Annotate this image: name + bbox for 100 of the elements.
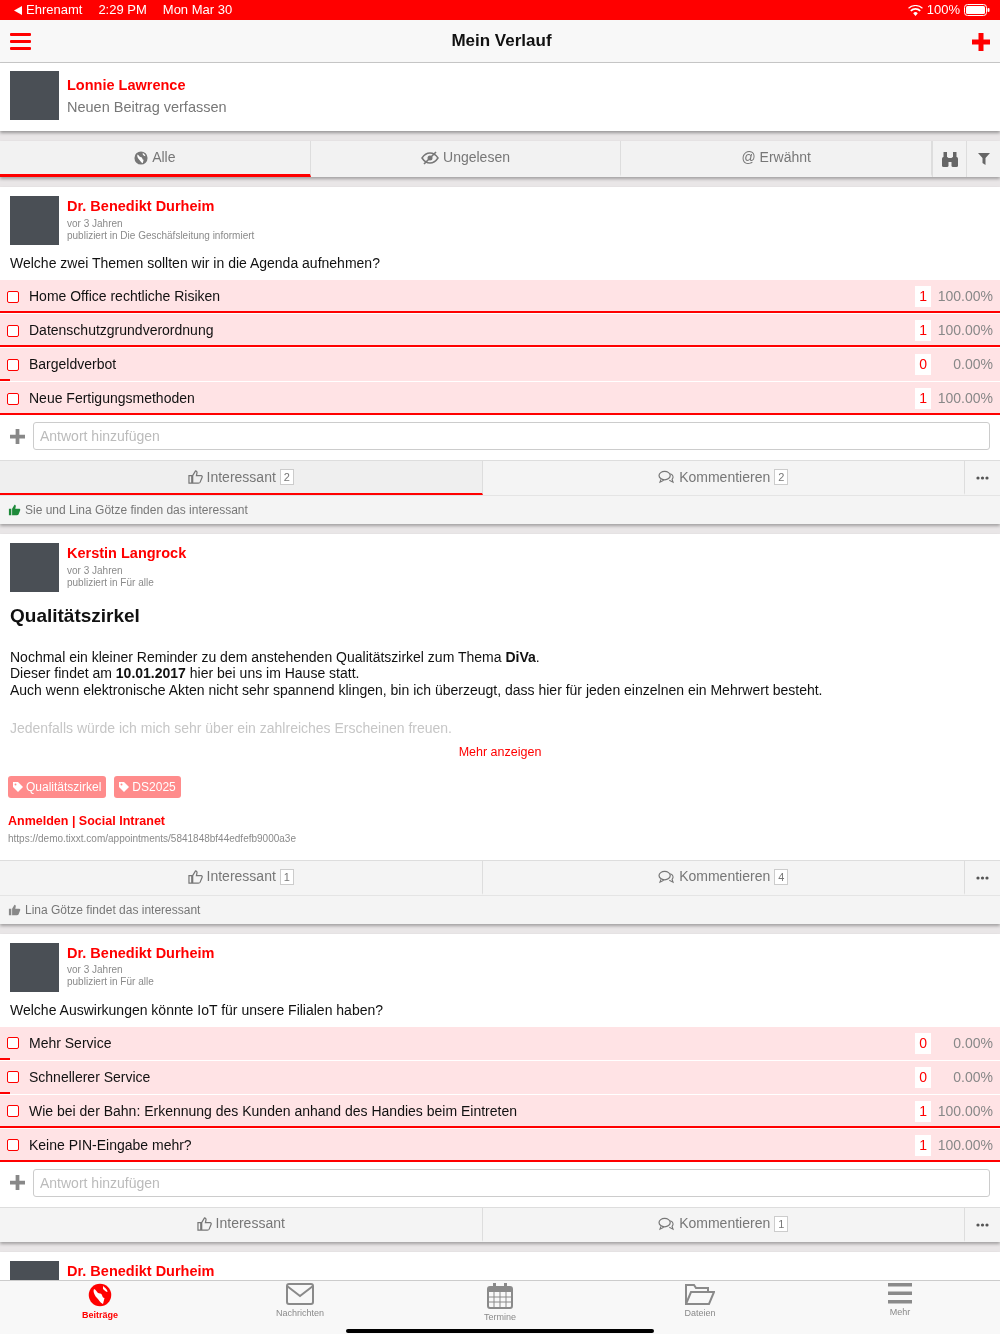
thumbs-up-icon	[196, 1216, 212, 1231]
tag[interactable]: DS2025	[114, 775, 181, 798]
checkbox[interactable]	[7, 392, 19, 405]
vote-percent: 0.00%	[952, 355, 993, 374]
envelope-icon	[286, 1283, 314, 1305]
vote-count: 1	[915, 1134, 931, 1156]
filter-button[interactable]	[966, 141, 1000, 177]
tag[interactable]: Qualitätszirkel	[8, 775, 107, 798]
vote-percent: 100.00%	[937, 321, 993, 340]
poll-question: Welche Auswirkungen könnte IoT für unsere Filialen haben?	[9, 1000, 385, 1020]
checkbox[interactable]	[7, 358, 19, 371]
filter-tab[interactable]: Ungelesen	[310, 141, 622, 177]
eye-slash-icon	[421, 150, 440, 165]
battery-icon	[964, 4, 990, 16]
option-label: Schnellerer Service	[29, 1067, 152, 1087]
user-name[interactable]: Lonnie Lawrence	[67, 75, 227, 97]
avatar-photo	[10, 196, 59, 245]
option-label: Home Office rechtliche Risiken	[29, 287, 222, 306]
link-title[interactable]: Anmelden | Social Intranet	[8, 811, 992, 831]
author-name[interactable]: Kerstin Langrock	[67, 543, 187, 565]
globe-icon	[134, 150, 149, 165]
plus-icon[interactable]	[10, 428, 25, 444]
vote-percent: 0.00%	[952, 1067, 993, 1087]
post-audience: publiziert in Für alle	[67, 576, 155, 589]
comment-count: 4	[774, 868, 789, 885]
checkbox[interactable]	[7, 1037, 19, 1049]
option-label: Keine PIN-Eingabe mehr?	[29, 1135, 193, 1155]
comments-icon	[658, 869, 676, 884]
comments-icon	[658, 1216, 676, 1231]
link-url: https://demo.tixxt.com/appointments/5841848bf44edfefb9000a3e	[8, 831, 297, 846]
checkbox[interactable]	[7, 324, 19, 337]
vote-percent: 100.00%	[937, 1101, 993, 1121]
more-options-icon[interactable]	[976, 476, 989, 480]
checkbox[interactable]	[7, 1139, 19, 1151]
option-label: Wie bei der Bahn: Erkennung des Kunden anhand des Handies beim Eintreten	[29, 1101, 518, 1121]
back-app-label[interactable]: Ehrenamt	[26, 0, 83, 20]
body-text: Dieser findet am 10.01.2017 hier bei uns im Hause statt.	[9, 665, 361, 682]
thumbs-up-icon	[187, 470, 203, 484]
thumbs-up-icon	[8, 903, 21, 916]
poll-question: Welche zwei Themen sollten wir in die Agenda aufnehmen?	[9, 254, 381, 273]
post-audience: publiziert in Für alle	[67, 976, 155, 989]
calendar-icon	[487, 1283, 513, 1309]
tag-icon	[13, 781, 23, 792]
wifi-icon	[907, 4, 923, 16]
vote-count: 0	[915, 354, 931, 375]
comments-icon	[658, 470, 676, 484]
tab-bar-item[interactable]: Dateien	[600, 1281, 800, 1334]
battery-percent: 100%	[926, 1, 960, 20]
menu-icon	[888, 1283, 912, 1304]
post-time: vor 3 Jahren	[67, 564, 124, 577]
option-label: Mehr Service	[29, 1033, 113, 1053]
search-button[interactable]	[932, 141, 966, 177]
post-time: vor 3 Jahren	[67, 964, 124, 977]
like-count: 2	[279, 469, 294, 485]
checkbox[interactable]	[7, 1105, 19, 1117]
status-date: Mon Mar 30	[162, 1, 233, 20]
vote-count: 0	[915, 1066, 931, 1088]
author-name[interactable]: Dr. Benedikt Durheim	[67, 196, 255, 218]
tag-icon	[119, 781, 130, 792]
comment-count: 1	[774, 1215, 789, 1232]
like-button[interactable]: Interessant 2	[0, 461, 483, 495]
vote-count: 1	[915, 1100, 931, 1122]
body-text: Nochmal ein kleiner Reminder zu dem anstehenden Qualitätszirkel zum Thema DiVa.	[9, 648, 541, 665]
tab-bar-item[interactable]: Mehr	[800, 1281, 1000, 1334]
checkbox[interactable]	[7, 290, 19, 303]
menu-icon	[10, 33, 31, 51]
tab-bar-item[interactable]: Beiträge	[0, 1281, 200, 1334]
option-label: Bargeldverbot	[29, 355, 118, 374]
compose-prompt[interactable]: Neuen Beitrag verfassen	[67, 96, 227, 119]
more-options-icon[interactable]	[976, 875, 989, 880]
status-time: 2:29 PM	[98, 1, 147, 20]
plus-icon	[972, 32, 990, 51]
show-more-link[interactable]: Mehr anzeigen	[458, 745, 542, 759]
plus-icon[interactable]	[10, 1175, 25, 1190]
thumbs-up-icon	[187, 869, 203, 884]
avatar-photo	[10, 942, 59, 992]
vote-percent: 0.00%	[952, 1033, 993, 1053]
tab-bar-item[interactable]: Termine	[400, 1281, 600, 1334]
author-name[interactable]: Dr. Benedikt Durheim	[67, 942, 215, 965]
page-title: Mein Verlauf	[451, 30, 552, 52]
filter-tab[interactable]: @ Erwähnt	[621, 141, 932, 177]
more-options-icon[interactable]	[976, 1222, 989, 1227]
vote-percent: 100.00%	[937, 1135, 993, 1155]
author-name[interactable]: Dr. Benedikt Durheim	[67, 1260, 215, 1280]
post-audience: publiziert in Die Geschäfsleitung informiert	[67, 229, 255, 242]
answer-field[interactable]: Antwort hinzufügen	[33, 422, 990, 450]
answer-field[interactable]: Antwort hinzufügen	[33, 1168, 990, 1197]
option-label: Neue Fertigungsmethoden	[29, 389, 196, 408]
back-arrow-icon[interactable]	[14, 5, 22, 15]
likes-summary: Sie und Lina Götze finden das interessant	[25, 502, 248, 519]
filter-tab[interactable]: Alle	[0, 141, 311, 177]
comment-count: 2	[774, 469, 789, 485]
vote-count: 1	[915, 286, 931, 307]
avatar-photo	[10, 71, 59, 120]
likes-summary: Lina Götze findet das interessant	[25, 901, 201, 919]
tab-bar-item[interactable]: Nachrichten	[200, 1281, 400, 1334]
vote-percent: 100.00%	[937, 389, 993, 408]
checkbox[interactable]	[7, 1071, 19, 1083]
vote-count: 1	[915, 388, 931, 409]
option-label: Datenschutzgrundverordnung	[29, 321, 215, 340]
